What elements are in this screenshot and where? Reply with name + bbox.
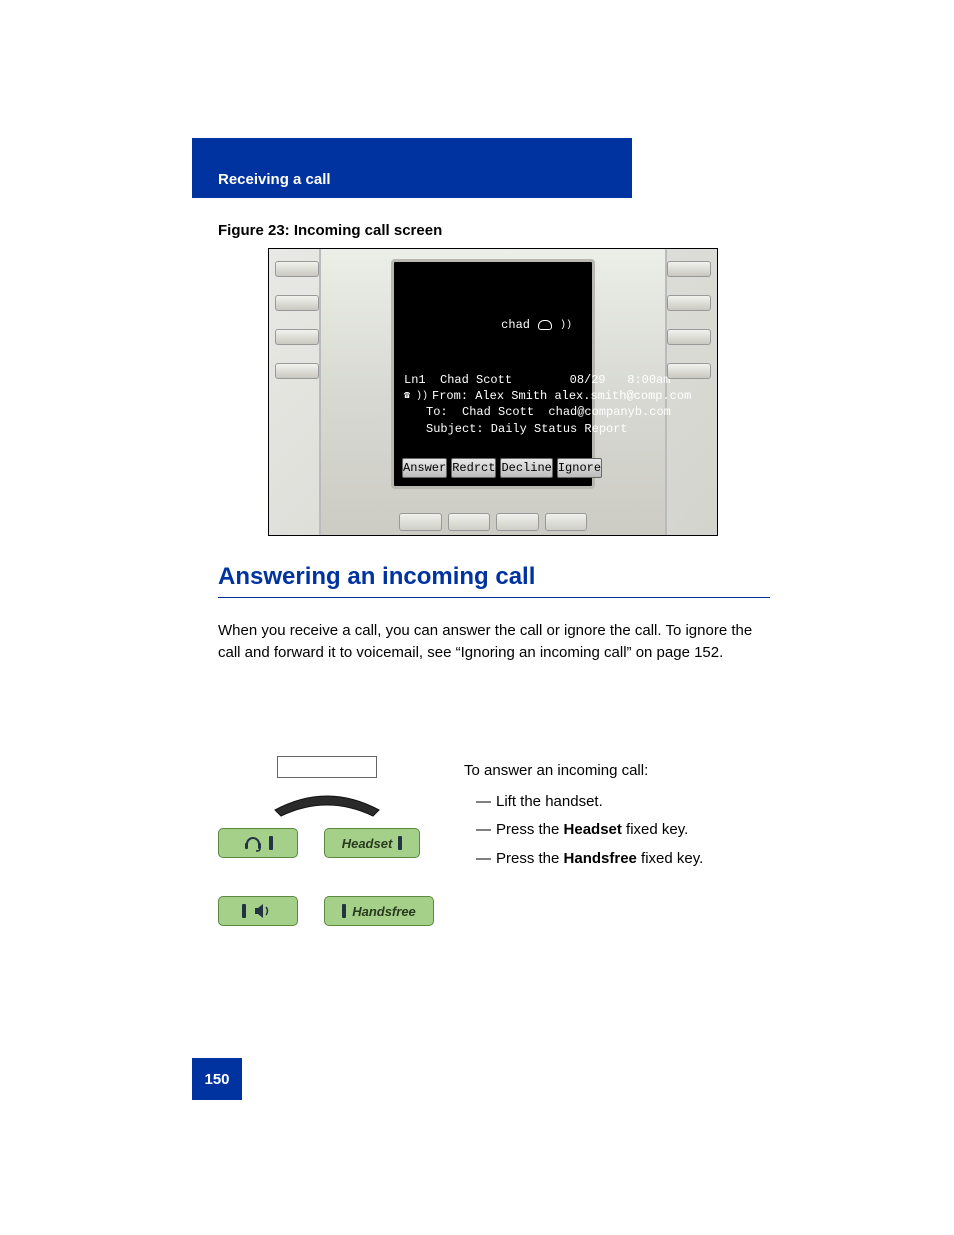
softkey-decline[interactable]: Decline — [500, 458, 552, 478]
lcd-softkey-row: Answer Redrct Decline Ignore — [402, 458, 584, 478]
side-key — [667, 261, 711, 277]
headset-key-icon — [218, 828, 298, 858]
figure-caption: Figure 23: Incoming call screen — [218, 222, 442, 239]
phone-body: chad )) Ln1 Chad Scott 08/29 8:00am ☎ ))… — [319, 249, 667, 535]
hard-softkey — [496, 513, 539, 531]
speaker-icon — [252, 902, 274, 920]
handsfree-key-label: Handsfree — [324, 896, 434, 926]
hard-softkey — [399, 513, 442, 531]
list-item: Lift the handset. — [464, 791, 770, 814]
instruction-graphics: Headset Handsfree — [218, 756, 436, 926]
side-key — [667, 329, 711, 345]
side-key — [275, 261, 319, 277]
led-indicator — [398, 836, 402, 850]
side-key — [275, 295, 319, 311]
section-heading: Answering an incoming call — [218, 563, 770, 598]
para-suffix: . — [719, 644, 723, 661]
instruction-block: Headset Handsfree To answer an incoming … — [218, 756, 770, 926]
side-key — [667, 295, 711, 311]
lcd-user: chad — [501, 318, 530, 332]
instruction-lead: To answer an incoming call: — [464, 760, 770, 783]
lcd-from: From: Alex Smith alex.smith@comp.com — [432, 388, 691, 404]
bottom-softkey-buttons — [399, 513, 587, 531]
handset-icon — [267, 788, 387, 818]
handsfree-button-row: Handsfree — [218, 896, 436, 926]
page-number: 150 — [192, 1058, 242, 1100]
handsfree-label-text: Handsfree — [352, 904, 416, 919]
softkey-answer[interactable]: Answer — [402, 458, 447, 478]
softkey-ignore[interactable]: Ignore — [557, 458, 602, 478]
softkey-redirect[interactable]: Redrct — [451, 458, 496, 478]
left-side-keys — [275, 261, 319, 379]
cross-reference-link[interactable]: “Ignoring an incoming call” on page 152 — [456, 644, 720, 661]
handsfree-key-icon — [218, 896, 298, 926]
side-key — [275, 363, 319, 379]
headset-icon — [243, 834, 263, 852]
lcd-subject: Subject: Daily Status Report — [404, 421, 586, 437]
phone-lcd: chad )) Ln1 Chad Scott 08/29 8:00am ☎ ))… — [391, 259, 595, 489]
side-key — [667, 363, 711, 379]
lcd-to: To: Chad Scott chad@companyb.com — [404, 404, 586, 420]
lcd-from-row: ☎ )) From: Alex Smith alex.smith@comp.co… — [404, 388, 586, 404]
running-head-banner: Receiving a call — [192, 138, 632, 198]
ringing-icon: )) — [560, 320, 572, 331]
instruction-list: Lift the handset. Press the Headset fixe… — [464, 791, 770, 871]
hard-softkey — [448, 513, 491, 531]
lcd-line1: Ln1 Chad Scott 08/29 8:00am — [404, 372, 586, 388]
led-indicator — [242, 904, 246, 918]
running-head-text: Receiving a call — [218, 171, 331, 188]
phone-screenshot: chad )) Ln1 Chad Scott 08/29 8:00am ☎ ))… — [268, 248, 718, 536]
headset-button-row: Headset — [218, 828, 436, 858]
page-number-value: 150 — [204, 1071, 229, 1088]
phone-icon — [538, 320, 552, 330]
list-item: Press the Headset fixed key. — [464, 819, 770, 842]
led-indicator — [342, 904, 346, 918]
section-title: Answering an incoming call — [218, 563, 535, 590]
list-item: Press the Handsfree fixed key. — [464, 848, 770, 871]
led-indicator — [269, 836, 273, 850]
generic-key-icon — [277, 756, 377, 778]
headset-key-label: Headset — [324, 828, 420, 858]
lcd-body: Ln1 Chad Scott 08/29 8:00am ☎ )) From: A… — [404, 372, 586, 437]
intro-paragraph: When you receive a call, you can answer … — [218, 620, 770, 664]
instruction-text: To answer an incoming call: Lift the han… — [464, 756, 770, 926]
lcd-status-row: chad )) — [501, 318, 572, 332]
headset-label-text: Headset — [342, 836, 393, 851]
phone-icon: ☎ )) — [404, 390, 428, 404]
right-side-keys — [667, 261, 711, 379]
hard-softkey — [545, 513, 588, 531]
side-key — [275, 329, 319, 345]
